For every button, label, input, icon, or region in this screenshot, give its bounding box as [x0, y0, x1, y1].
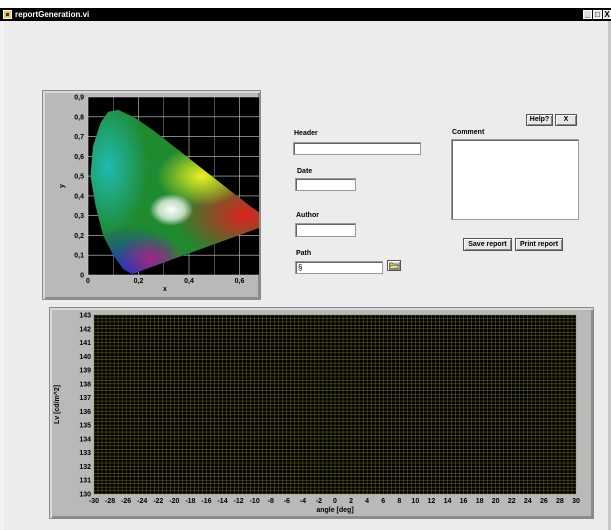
lv-y-tick-label: 140: [79, 354, 91, 361]
lv-x-tick-label: 20: [492, 498, 500, 505]
window-title: reportGeneration.vi: [15, 10, 90, 19]
lv-x-tick-label: -14: [217, 498, 227, 505]
cie-x-tick-label: 0,6: [235, 278, 245, 285]
minimize-button[interactable]: _: [583, 10, 592, 19]
lv-x-tick-label: 18: [476, 498, 484, 505]
lv-x-tick-label: 26: [540, 498, 548, 505]
author-label: Author: [296, 212, 319, 219]
lv-x-axis-label: angle [deg]: [316, 507, 353, 514]
path-label: Path: [296, 250, 312, 257]
lv-x-tick-label: -24: [137, 498, 147, 505]
cie-y-tick-label: 0,1: [74, 253, 84, 260]
lv-x-tick-label: -20: [169, 498, 179, 505]
labview-app-icon: [3, 10, 12, 19]
lv-x-tick-label: -4: [300, 498, 306, 505]
lv-y-tick-label: 141: [79, 340, 91, 347]
lv-y-tick-label: 135: [79, 423, 91, 430]
cie-y-tick-label: 0,2: [74, 233, 84, 240]
lv-angle-chart: -30 -28 -26 -24 -22 -20 -18 -16 -14 -12 -10 -8 -6 -4-…: [53, 313, 580, 515]
cie-y-tick-label: 0,5: [74, 174, 84, 181]
lv-x-tick-label: -8: [268, 498, 274, 505]
lv-y-tick-label: 130: [79, 492, 91, 499]
lv-x-tick-label: 22: [508, 498, 516, 505]
cie-y-tick-label: 0,4: [74, 193, 84, 200]
lv-x-tick-label: -18: [185, 498, 195, 505]
lv-x-tick-label: 12: [428, 498, 436, 505]
cie-y-tick-label: 0,3: [74, 213, 84, 220]
cie-y-tick-label: 0,8: [74, 114, 84, 121]
comment-label: Comment: [452, 129, 485, 136]
lv-x-tick-label: -26: [121, 498, 131, 505]
lv-y-tick-label: 132: [79, 464, 91, 471]
lv-x-tick-label: -6: [284, 498, 290, 505]
lv-y-tick-label: 138: [79, 381, 91, 388]
cie-x-tick-label: 0,2: [134, 278, 144, 285]
cie-x-tick-label: 0,4: [184, 278, 194, 285]
lv-x-tick-label: -12: [234, 498, 244, 505]
lv-y-tick-label: 136: [79, 409, 91, 416]
lv-x-tick-label: 8: [397, 498, 401, 505]
cie-x-axis-label: x: [163, 286, 167, 293]
browse-button[interactable]: [387, 260, 401, 271]
cie-white-point: [149, 193, 194, 226]
header-label: Header: [294, 130, 318, 137]
author-field[interactable]: [295, 223, 356, 237]
print-report-button[interactable]: Print report: [515, 238, 563, 251]
lv-x-tick-label: 10: [411, 498, 419, 505]
path-field[interactable]: §: [295, 261, 383, 274]
path-symbol-icon: §: [298, 263, 303, 272]
help-button[interactable]: Help?: [526, 114, 553, 126]
lv-y-tick-label: 134: [79, 436, 91, 443]
cie-x-tick-label: 0: [86, 278, 90, 285]
lv-x-tick-label: -30: [89, 498, 99, 505]
cie-y-tick-label: 0,7: [74, 134, 84, 141]
lv-x-tick-label: 14: [444, 498, 452, 505]
lv-x-tick-label: 0: [333, 498, 337, 505]
lv-y-tick-label: 143: [79, 313, 91, 320]
cie-y-tick-label: 0: [80, 273, 84, 280]
lv-x-tick-label: -2: [316, 498, 322, 505]
title-bar: [0, 8, 611, 21]
date-label: Date: [297, 168, 313, 175]
lv-x-tick-label: 30: [572, 498, 580, 505]
lv-x-tick-label: 4: [365, 498, 369, 505]
lv-x-tick-label: 28: [556, 498, 564, 505]
maximize-button[interactable]: □: [593, 10, 602, 19]
lv-y-tick-label: 139: [79, 368, 91, 375]
folder-open-icon: [389, 262, 399, 269]
lv-y-axis-label: Lv [cd/m^2]: [53, 385, 61, 424]
lv-x-tick-label: -28: [105, 498, 115, 505]
close-panel-button[interactable]: X: [555, 114, 577, 126]
header-field[interactable]: [293, 142, 421, 155]
lv-x-tick-label: 2: [349, 498, 353, 505]
lv-x-tick-label: 16: [460, 498, 468, 505]
cie-y-tick-label: 0,9: [74, 95, 84, 102]
date-field[interactable]: [295, 178, 356, 191]
lv-y-tick-label: 142: [79, 326, 91, 333]
lv-x-tick-label: 24: [524, 498, 532, 505]
close-window-button[interactable]: X: [603, 10, 611, 19]
lv-x-tick-label: -10: [250, 498, 260, 505]
lv-y-tick-label: 131: [79, 478, 91, 485]
cie-y-axis-label: y: [59, 184, 66, 188]
comment-textarea[interactable]: [451, 139, 579, 220]
lv-x-tick-label: 6: [381, 498, 385, 505]
cie-y-tick-label: 0,6: [74, 154, 84, 161]
cie-chart: 00,20,40,60,800,10,20,30,40,50,60,70,80,…: [59, 95, 259, 293]
lv-x-tick-label: -22: [153, 498, 163, 505]
lv-grid: [93, 314, 577, 495]
save-report-button[interactable]: Save report: [463, 238, 512, 251]
lv-x-tick-label: -16: [201, 498, 211, 505]
lv-y-tick-label: 133: [79, 450, 91, 457]
lv-y-tick-label: 137: [79, 395, 91, 402]
